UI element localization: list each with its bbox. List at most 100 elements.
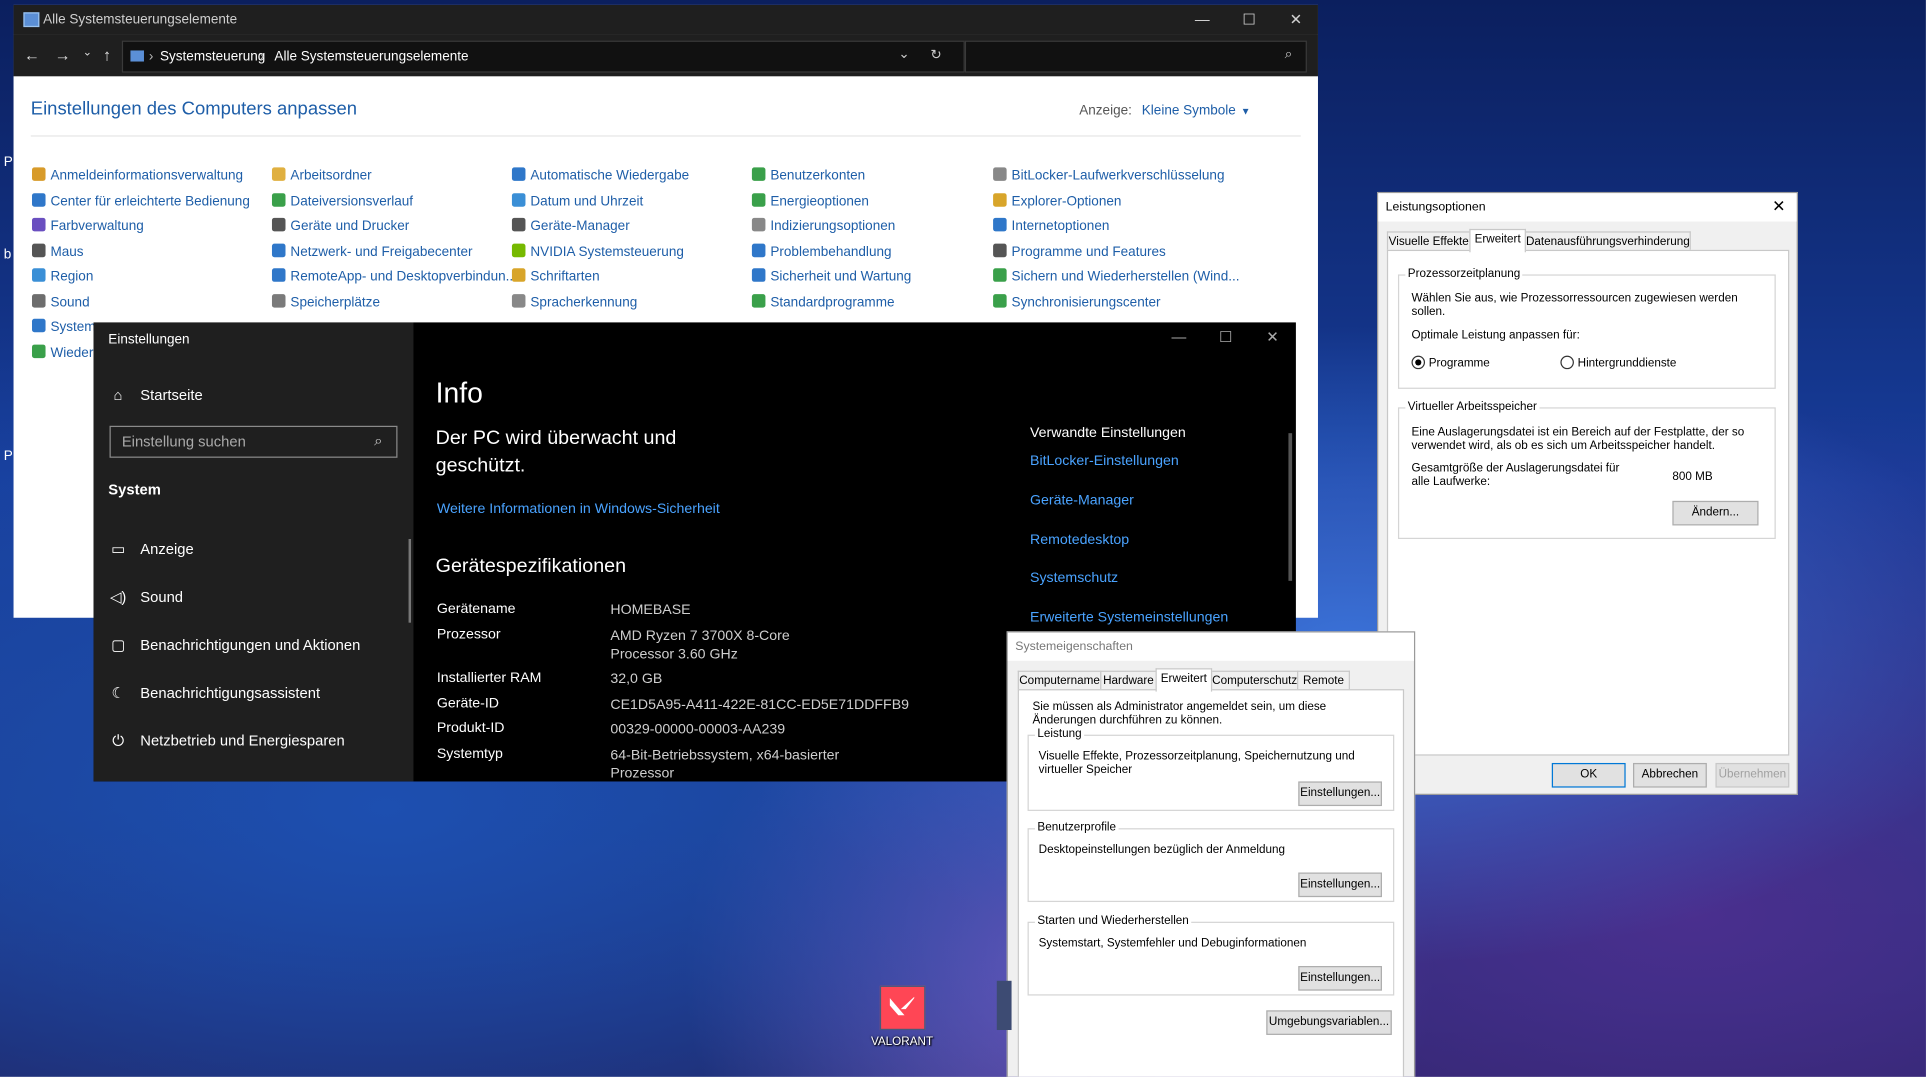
control-panel-item[interactable]: Geräte und Drucker <box>271 217 409 237</box>
control-panel-item[interactable]: Automatische Wiedergabe <box>511 166 689 186</box>
control-panel-item[interactable]: Programme und Features <box>993 242 1166 262</box>
desktop-icon-partial[interactable] <box>996 980 1012 1031</box>
control-panel-item[interactable]: Spracherkennung <box>511 292 637 312</box>
windows-security-link[interactable]: Weitere Informationen in Windows-Sicherh… <box>437 502 720 517</box>
control-panel-item[interactable]: Schriftarten <box>511 267 600 287</box>
home-nav-item[interactable]: ⌂ Startseite <box>108 386 203 403</box>
address-dropdown-icon[interactable]: ⌄ <box>898 46 909 62</box>
control-panel-item[interactable]: BitLocker-Laufwerkverschlüsselung <box>993 166 1224 186</box>
nav-item-display[interactable]: ▭ Anzeige <box>108 540 194 558</box>
apply-button[interactable]: Übernehmen <box>1715 762 1790 788</box>
view-dropdown[interactable]: Kleine Symbole <box>1142 103 1236 118</box>
close-icon[interactable]: ✕ <box>1772 197 1785 217</box>
control-panel-item[interactable]: Sicherheit und Wartung <box>751 267 911 287</box>
control-panel-item[interactable]: Farbverwaltung <box>31 217 144 237</box>
cancel-button[interactable]: Abbrechen <box>1633 762 1707 788</box>
recent-chevron-icon[interactable]: ⌄ <box>78 46 98 60</box>
breadcrumb-item[interactable]: Alle Systemsteuerungselemente <box>274 49 468 64</box>
system-properties-dialog: Systemeigenschaften Computername Hardwar… <box>1006 631 1416 1077</box>
control-panel-item[interactable]: Maus <box>31 242 84 262</box>
nav-item-sound[interactable]: ◁) Sound <box>108 588 183 605</box>
control-panel-item[interactable]: System <box>31 317 96 337</box>
spec-value: 64-Bit-Betriebssystem, x64-basierter Pro… <box>610 748 840 782</box>
related-link-system-protection[interactable]: Systemschutz <box>1030 571 1118 586</box>
control-panel-item[interactable]: Standardprogramme <box>751 292 895 312</box>
control-panel-item[interactable]: Sichern und Wiederherstellen (Wind... <box>993 267 1240 287</box>
nav-item-label: Anzeige <box>140 540 194 558</box>
radio-programs[interactable]: Programme <box>1411 355 1490 370</box>
nav-item-focus-assist[interactable]: ☾ Benachrichtigungsassistent <box>108 684 321 701</box>
close-button[interactable]: ✕ <box>1274 5 1318 35</box>
nav-item-notifications[interactable]: ▢ Benachrichtigungen und Aktionen <box>108 636 360 653</box>
scheduling-group: Prozessorzeitplanung Wählen Sie aus, wie… <box>1397 267 1776 389</box>
maximize-button[interactable]: ☐ <box>1204 322 1248 352</box>
control-panel-icon <box>23 12 40 28</box>
address-bar[interactable]: › Systemsteuerung › Alle Systemsteuerung… <box>121 40 965 73</box>
breadcrumb-item[interactable]: Systemsteuerung <box>160 49 265 64</box>
control-panel-item[interactable]: Problembehandlung <box>751 242 892 262</box>
control-panel-item-icon <box>751 293 766 308</box>
related-link-remote-desktop[interactable]: Remotedesktop <box>1030 533 1129 548</box>
ok-button[interactable]: OK <box>1551 762 1626 788</box>
tab-advanced[interactable]: Erweitert <box>1469 228 1526 253</box>
control-panel-item[interactable]: Center für erleichterte Bedienung <box>31 191 250 211</box>
chevron-down-icon[interactable]: ▼ <box>1241 106 1251 117</box>
tab-computer-name[interactable]: Computername <box>1017 670 1102 691</box>
related-link-advanced-settings[interactable]: Erweiterte Systemeinstellungen <box>1030 610 1228 625</box>
desktop-icon-label: VALORANT <box>870 1034 934 1049</box>
tab-hardware[interactable]: Hardware <box>1100 670 1157 691</box>
control-panel-item-label: System <box>50 319 96 335</box>
control-panel-item[interactable]: Explorer-Optionen <box>993 191 1121 211</box>
control-panel-item-icon <box>751 217 766 232</box>
settings-search-input[interactable]: Einstellung suchen ⌕ <box>109 425 398 458</box>
minimize-button[interactable]: — <box>1180 5 1224 35</box>
maximize-button[interactable]: ☐ <box>1227 5 1271 35</box>
up-arrow-icon[interactable]: ↑ <box>97 46 117 64</box>
control-panel-item[interactable]: Indizierungsoptionen <box>751 217 895 237</box>
environment-variables-button[interactable]: Umgebungsvariablen... <box>1266 1010 1392 1035</box>
tab-remote[interactable]: Remote <box>1297 670 1350 691</box>
control-panel-item[interactable]: Anmeldeinformationsverwaltung <box>31 166 243 186</box>
valorant-icon[interactable] <box>879 985 926 1031</box>
minimize-button[interactable]: — <box>1157 322 1201 352</box>
performance-settings-button[interactable]: Einstellungen... <box>1298 781 1382 807</box>
forward-arrow-icon[interactable]: → <box>53 46 73 64</box>
control-panel-item[interactable]: Synchronisierungscenter <box>993 292 1161 312</box>
close-button[interactable]: ✕ <box>1250 322 1294 352</box>
group-title: Starten und Wiederherstellen <box>1034 914 1192 928</box>
refresh-icon[interactable]: ↻ <box>930 47 941 63</box>
control-panel-item[interactable]: Benutzerkonten <box>751 166 865 186</box>
nav-item-power[interactable]: ⏻ Netzbetrieb und Energiesparen <box>108 732 344 750</box>
control-panel-item[interactable]: Arbeitsordner <box>271 166 372 186</box>
scrollbar[interactable] <box>1288 433 1293 581</box>
control-panel-item[interactable]: Netzwerk- und Freigabecenter <box>271 242 473 262</box>
related-link-device-manager[interactable]: Geräte-Manager <box>1030 493 1134 508</box>
control-panel-item[interactable]: Region <box>31 267 93 287</box>
control-panel-item[interactable]: RemoteApp- und Desktopverbindun... <box>271 267 517 287</box>
control-panel-item[interactable]: Wiederh <box>31 343 101 363</box>
scrollbar[interactable] <box>408 539 412 623</box>
control-panel-item[interactable]: Energieoptionen <box>751 191 869 211</box>
related-settings-heading: Verwandte Einstellungen <box>1030 425 1186 441</box>
control-panel-item[interactable]: Geräte-Manager <box>511 217 630 237</box>
control-panel-item[interactable]: NVIDIA Systemsteuerung <box>511 242 684 262</box>
control-panel-item[interactable]: Dateiversionsverlauf <box>271 191 413 211</box>
radio-background-services[interactable]: Hintergrunddienste <box>1560 355 1676 370</box>
search-input[interactable]: ⌕ <box>964 40 1307 73</box>
related-link-bitlocker[interactable]: BitLocker-Einstellungen <box>1030 454 1179 469</box>
user-profiles-settings-button[interactable]: Einstellungen... <box>1298 872 1382 898</box>
back-arrow-icon[interactable]: ← <box>22 46 42 64</box>
tab-dep[interactable]: Datenausführungsverhinderung <box>1524 231 1691 252</box>
tab-advanced[interactable]: Erweitert <box>1155 668 1213 692</box>
tab-visual-effects[interactable]: Visuelle Effekte <box>1386 231 1471 252</box>
control-panel-item[interactable]: Internetoptionen <box>993 217 1109 237</box>
tab-system-protection[interactable]: Computerschutz <box>1210 670 1299 691</box>
control-panel-item[interactable]: Sound <box>31 292 90 312</box>
startup-recovery-settings-button[interactable]: Einstellungen... <box>1298 966 1382 991</box>
control-panel-item[interactable]: Speicherplätze <box>271 292 380 312</box>
control-panel-item[interactable]: Datum und Uhrzeit <box>511 191 643 211</box>
control-panel-item-icon <box>31 217 46 232</box>
page-title: Info <box>435 376 483 409</box>
change-button[interactable]: Ändern... <box>1672 500 1759 526</box>
control-panel-item-icon <box>271 192 286 207</box>
